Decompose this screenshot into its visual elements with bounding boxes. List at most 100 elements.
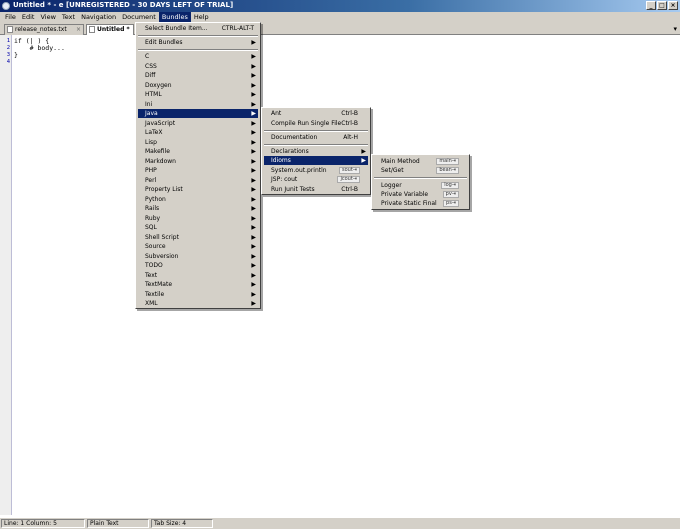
bundle-item[interactable]: Property List ▶ — [138, 185, 258, 194]
tab-trigger-badge: pv⇥ — [442, 191, 459, 198]
tab-trigger-badge: log⇥ — [441, 182, 459, 189]
bundle-item-label: Makefile — [145, 148, 170, 155]
bundle-item-label: Java — [145, 110, 158, 117]
submenu-arrow-icon: ▶ — [251, 62, 256, 70]
submenu-arrow-icon: ▶ — [251, 39, 256, 46]
submenu-arrow-icon: ▶ — [251, 176, 256, 184]
menu-separator — [264, 130, 368, 132]
window-controls: _ □ × — [646, 1, 678, 10]
bundle-item-label: Property List — [145, 186, 183, 193]
cursor-position: Line: 1 Column: 5 — [1, 519, 85, 528]
line-number: 4 — [6, 59, 10, 65]
bundle-item[interactable]: PHP ▶ — [138, 166, 258, 175]
bundle-item[interactable]: C ▶ — [138, 52, 258, 61]
menu-bar: File Edit View Text Navigation Document … — [0, 12, 680, 22]
bundle-item[interactable]: Python ▶ — [138, 195, 258, 204]
tab-release-notes[interactable]: release_notes.txt × — [4, 24, 84, 35]
bundle-item[interactable]: Java ▶ — [138, 109, 258, 118]
window-title: Untitled * - e [UNREGISTERED - 30 DAYS L… — [13, 1, 234, 9]
submenu-arrow-icon: ▶ — [251, 110, 256, 117]
bundle-item[interactable]: Diff ▶ — [138, 71, 258, 80]
java-ant[interactable]: Ant Ctrl-B — [264, 109, 368, 118]
idiom-set-get[interactable]: Set/Get bean⇥ — [374, 166, 467, 175]
file-icon — [7, 26, 13, 33]
menu-bundles[interactable]: Bundles — [158, 12, 191, 22]
bundle-item[interactable]: Markdown ▶ — [138, 157, 258, 166]
bundle-item-label: C — [145, 53, 150, 60]
idiom-private-static-final[interactable]: Private Static Final ps⇥ — [374, 199, 467, 208]
bundle-item[interactable]: Textile ▶ — [138, 290, 258, 299]
submenu-arrow-icon: ▶ — [251, 233, 256, 241]
bundle-item[interactable]: JavaScript ▶ — [138, 119, 258, 128]
select-bundle-item[interactable]: Select Bundle Item... CTRL-ALT-T — [138, 24, 258, 33]
bundle-item[interactable]: XML ▶ — [138, 299, 258, 308]
bundle-item[interactable]: Ruby ▶ — [138, 214, 258, 223]
menu-document[interactable]: Document — [119, 12, 159, 22]
bundle-item[interactable]: Source ▶ — [138, 242, 258, 251]
bundle-item[interactable]: HTML ▶ — [138, 90, 258, 99]
bundle-item-label: Diff — [145, 72, 156, 79]
bundle-item[interactable]: LaTeX ▶ — [138, 128, 258, 137]
java-system-out-println[interactable]: System.out.println sout⇥ — [264, 166, 368, 175]
submenu-arrow-icon: ▶ — [251, 243, 256, 250]
bundle-item[interactable]: TextMate ▶ — [138, 280, 258, 289]
bundle-item[interactable]: Shell Script ▶ — [138, 233, 258, 242]
maximize-button[interactable]: □ — [657, 1, 667, 10]
menu-file[interactable]: File — [2, 12, 19, 22]
bundle-item-label: LaTeX — [145, 129, 163, 136]
bundle-item[interactable]: Ini ▶ — [138, 100, 258, 109]
app-icon — [2, 2, 10, 10]
submenu-arrow-icon: ▶ — [251, 290, 256, 298]
bundle-item[interactable]: Text ▶ — [138, 271, 258, 280]
bundle-item[interactable]: Rails ▶ — [138, 204, 258, 213]
menu-text[interactable]: Text — [59, 12, 78, 22]
bundle-item[interactable]: SQL ▶ — [138, 223, 258, 232]
submenu-arrow-icon: ▶ — [251, 119, 256, 127]
java-idioms[interactable]: Idioms ▶ — [264, 156, 368, 165]
menu-navigation[interactable]: Navigation — [78, 12, 119, 22]
bundle-item[interactable]: CSS ▶ — [138, 62, 258, 71]
status-bar: Line: 1 Column: 5 Plain Text Tab Size: 4 — [0, 517, 680, 529]
edit-bundles[interactable]: Edit Bundles ▶ — [138, 38, 258, 47]
java-run-junit-tests[interactable]: Run Junit Tests Ctrl-B — [264, 185, 368, 194]
submenu-arrow-icon: ▶ — [251, 195, 256, 203]
line-number: 2 — [6, 45, 10, 51]
java-jsp-cout[interactable]: JSP: cout jcout⇥ — [264, 175, 368, 184]
idiom-private-variable[interactable]: Private Variable pv⇥ — [374, 190, 467, 199]
menu-separator — [138, 35, 258, 37]
idiom-logger[interactable]: Logger log⇥ — [374, 181, 467, 190]
bundle-item[interactable]: Subversion ▶ — [138, 252, 258, 261]
close-icon[interactable]: × — [76, 25, 81, 34]
line-number: 1 — [6, 38, 10, 44]
bundle-item[interactable]: Makefile ▶ — [138, 147, 258, 156]
bundle-item[interactable]: Doxygen ▶ — [138, 81, 258, 90]
bundle-item-label: TextMate — [145, 281, 173, 288]
minimize-button[interactable]: _ — [646, 1, 656, 10]
bundle-item-label: HTML — [145, 91, 162, 98]
bundle-item[interactable]: TODO ▶ — [138, 261, 258, 270]
close-button[interactable]: × — [668, 1, 678, 10]
bundle-item-label: TODO — [145, 262, 163, 269]
bundle-item[interactable]: Perl ▶ — [138, 176, 258, 185]
java-documentation[interactable]: Documentation Alt-H — [264, 133, 368, 142]
menu-edit[interactable]: Edit — [19, 12, 38, 22]
idiom-main-method[interactable]: Main Method main⇥ — [374, 157, 467, 166]
java-declarations[interactable]: Declarations ▶ — [264, 147, 368, 156]
submenu-arrow-icon: ▶ — [251, 72, 256, 79]
bundle-item-label: XML — [145, 300, 158, 307]
submenu-arrow-icon: ▶ — [251, 224, 256, 231]
title-bar: Untitled * - e [UNREGISTERED - 30 DAYS L… — [0, 0, 680, 12]
tab-label: release_notes.txt — [15, 26, 67, 33]
menu-help[interactable]: Help — [191, 12, 212, 22]
menu-separator — [374, 177, 467, 179]
tab-size[interactable]: Tab Size: 4 — [151, 519, 213, 528]
java-compile-run[interactable]: Compile Run Single File Ctrl-B — [264, 119, 368, 128]
menu-view[interactable]: View — [37, 12, 58, 22]
syntax-mode[interactable]: Plain Text — [87, 519, 149, 528]
file-icon — [89, 26, 95, 33]
chevron-down-icon[interactable]: ▾ — [673, 25, 677, 33]
bundle-item[interactable]: Lisp ▶ — [138, 138, 258, 147]
tab-untitled[interactable]: Untitled * — [86, 24, 134, 35]
submenu-arrow-icon: ▶ — [251, 148, 256, 155]
submenu-arrow-icon: ▶ — [251, 300, 256, 307]
